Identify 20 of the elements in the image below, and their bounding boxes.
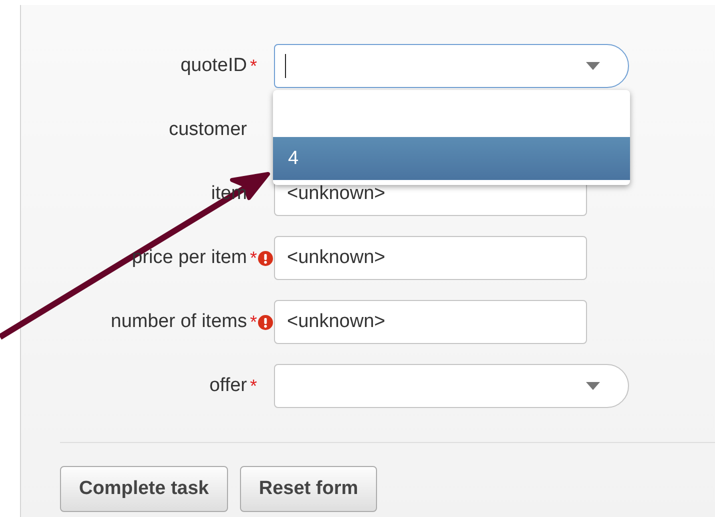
required-mark: * bbox=[250, 56, 258, 76]
error-icon bbox=[258, 250, 273, 266]
field-label: customer bbox=[168, 119, 247, 141]
text-cursor bbox=[285, 54, 286, 78]
required-mark: * bbox=[250, 376, 258, 396]
field-label: offer bbox=[209, 375, 247, 397]
form-button[interactable]: Reset form bbox=[240, 466, 378, 512]
required-mark: * bbox=[250, 248, 258, 268]
required-mark: * bbox=[250, 312, 258, 332]
dropdown-option[interactable]: 4 bbox=[273, 137, 630, 180]
caret-icon bbox=[586, 382, 600, 390]
error-icon bbox=[258, 314, 273, 330]
field-label: price per item bbox=[132, 247, 247, 269]
combo-field[interactable] bbox=[274, 364, 629, 408]
field-label: number of items bbox=[110, 311, 247, 333]
text-field[interactable]: <unknown> bbox=[274, 236, 587, 280]
caret-icon bbox=[586, 62, 600, 70]
text-field[interactable]: <unknown> bbox=[274, 300, 587, 344]
field-label: quoteID bbox=[180, 55, 247, 77]
form-button[interactable]: Complete task bbox=[60, 466, 228, 512]
